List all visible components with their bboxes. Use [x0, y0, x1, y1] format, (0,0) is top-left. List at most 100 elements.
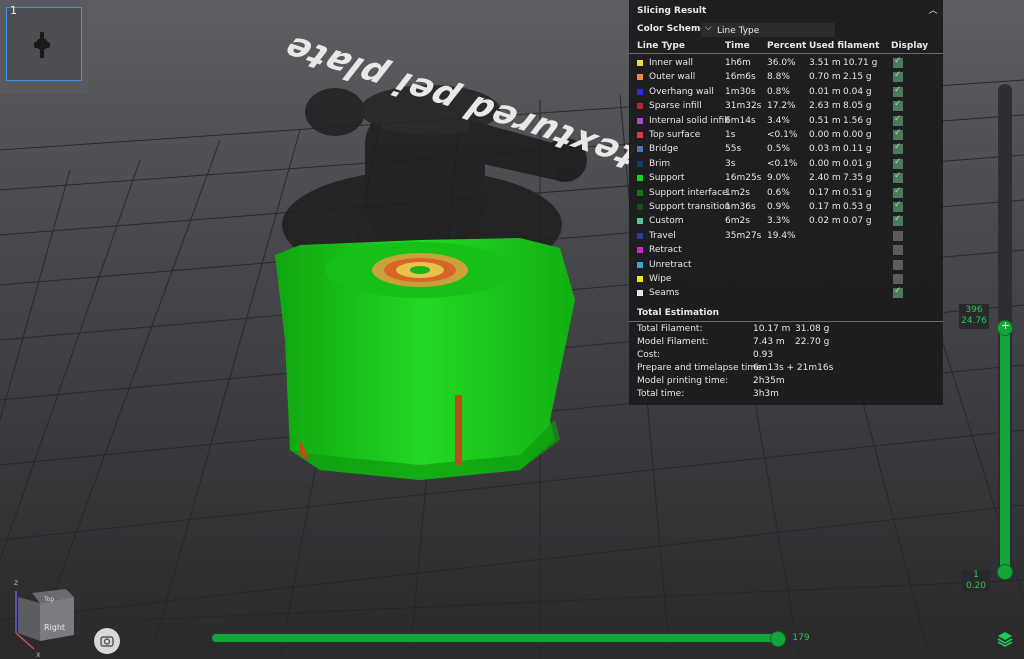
display-checkbox[interactable] [893, 230, 903, 241]
line-type-time: 35m27s [725, 230, 762, 241]
line-type-m: 0.03 m [809, 144, 841, 155]
line-type-m: 2.40 m [809, 173, 841, 184]
collapse-icon[interactable]: ︿ [927, 5, 939, 17]
cube-right-face-label: Right [44, 623, 65, 632]
bottom-layer-number: 1 [973, 570, 979, 580]
line-type-name: Brim [649, 158, 671, 169]
display-checkbox[interactable] [893, 245, 903, 256]
line-type-percent: 0.5% [767, 144, 790, 155]
color-scheme-value: Line Type [717, 26, 760, 36]
color-swatch [637, 276, 643, 282]
line-type-name: Sparse infill [649, 101, 702, 112]
line-type-row: Seams [629, 286, 943, 301]
color-scheme-label: Color Scheme [637, 24, 707, 34]
line-type-g: 0.53 g [843, 202, 872, 212]
color-swatch [637, 204, 643, 210]
line-type-name: Internal solid infill [649, 115, 730, 126]
line-type-m: 0.70 m [809, 72, 841, 83]
line-type-name: Support [649, 173, 685, 184]
line-type-row: Internal solid infill 6m14s 3.4% 0.51 m 1.56… [629, 114, 943, 129]
axis-x-label: x [36, 650, 41, 659]
total-label: Total Filament: [637, 324, 703, 334]
move-slider-handle[interactable] [770, 631, 786, 647]
cube-top-face-label: Top [43, 596, 54, 603]
display-checkbox[interactable] [893, 259, 903, 270]
plate-thumbnail[interactable]: 1 [0, 0, 88, 94]
line-type-percent: 8.8% [767, 72, 790, 83]
line-type-name: Wipe [649, 274, 672, 284]
line-type-g: 0.00 g [843, 130, 872, 140]
line-type-row: Outer wall 16m6s 8.8% 0.70 m 2.15 g [629, 70, 943, 85]
line-type-g: 1.56 g [843, 115, 872, 126]
line-type-m: 2.63 m [809, 101, 841, 112]
line-type-name: Unretract [649, 259, 692, 270]
line-type-time: 55s [725, 144, 742, 155]
move-slider-value: 179 [790, 632, 812, 645]
line-type-name: Travel [649, 230, 676, 241]
line-type-row: Wipe [629, 273, 943, 287]
color-swatch [637, 175, 643, 182]
line-type-g: 10.71 g [843, 58, 878, 68]
display-checkbox[interactable] [893, 186, 903, 198]
total-v1: 2h35m [753, 376, 785, 386]
line-type-m: 0.00 m [809, 158, 841, 169]
total-v1: 6m13s + 21m16s [753, 363, 834, 373]
line-type-name: Outer wall [649, 72, 696, 83]
bottom-layer-height: 0.20 [965, 581, 987, 591]
display-checkbox[interactable] [893, 171, 903, 184]
color-swatch [637, 247, 643, 254]
line-type-percent: 0.6% [767, 187, 790, 198]
display-checkbox[interactable] [893, 56, 903, 68]
layer-slider-bottom-handle[interactable] [997, 564, 1013, 580]
line-type-m: 0.17 m [809, 202, 841, 212]
color-swatch [637, 218, 643, 225]
line-type-g: 7.35 g [843, 173, 872, 184]
display-checkbox[interactable] [893, 157, 903, 169]
layers-icon[interactable] [996, 630, 1014, 648]
display-checkbox[interactable] [893, 114, 903, 126]
display-checkbox[interactable] [893, 128, 903, 140]
display-checkbox[interactable] [893, 274, 903, 284]
line-type-time: 1m30s [725, 86, 756, 97]
view-cube[interactable]: z x Right Top [4, 575, 84, 659]
chevron-down-icon: ⌵ [705, 23, 712, 33]
display-checkbox[interactable] [893, 142, 903, 155]
line-type-row: Travel 35m27s 19.4% [629, 230, 943, 244]
color-scheme-select[interactable]: ⌵ Line Type [701, 23, 835, 37]
layer-slider-top-handle[interactable] [997, 319, 1013, 336]
line-type-percent: 0.8% [767, 86, 790, 97]
line-type-name: Support transition [649, 202, 731, 212]
line-type-percent: 3.3% [767, 216, 790, 227]
line-type-name: Seams [649, 288, 680, 299]
total-label: Model printing time: [637, 376, 729, 386]
plate-thumbnail-icon [34, 32, 50, 58]
total-v1: 3h3m [753, 389, 779, 399]
color-swatch [637, 146, 643, 153]
color-swatch [637, 117, 643, 124]
color-swatch [637, 232, 643, 239]
line-type-name: Inner wall [649, 58, 694, 68]
line-type-row: Overhang wall 1m30s 0.8% 0.01 m 0.04 g [629, 85, 943, 100]
snapshot-button[interactable] [94, 628, 120, 654]
line-type-m: 0.17 m [809, 187, 841, 198]
line-type-name: Retract [649, 245, 682, 256]
header-display: Display [891, 41, 929, 51]
line-type-g: 0.51 g [843, 187, 872, 198]
line-type-name: Overhang wall [649, 86, 714, 97]
display-checkbox[interactable] [893, 99, 903, 112]
line-type-row: Retract [629, 244, 943, 258]
move-slider-fill [212, 634, 778, 642]
line-type-row: Bridge 55s 0.5% 0.03 m 0.11 g [629, 142, 943, 157]
color-swatch [637, 103, 643, 110]
display-checkbox[interactable] [893, 85, 903, 97]
total-label: Total time: [637, 389, 685, 399]
display-checkbox[interactable] [893, 214, 903, 227]
display-checkbox[interactable] [893, 200, 903, 212]
display-checkbox[interactable] [893, 70, 903, 83]
display-checkbox[interactable] [893, 286, 903, 299]
line-type-time: 3s [725, 158, 736, 169]
plate-thumbnail-frame[interactable] [6, 7, 82, 81]
line-type-name: Support interface [649, 187, 728, 198]
layer-slider-fill [1000, 326, 1010, 572]
line-type-time: 1s [725, 130, 736, 140]
